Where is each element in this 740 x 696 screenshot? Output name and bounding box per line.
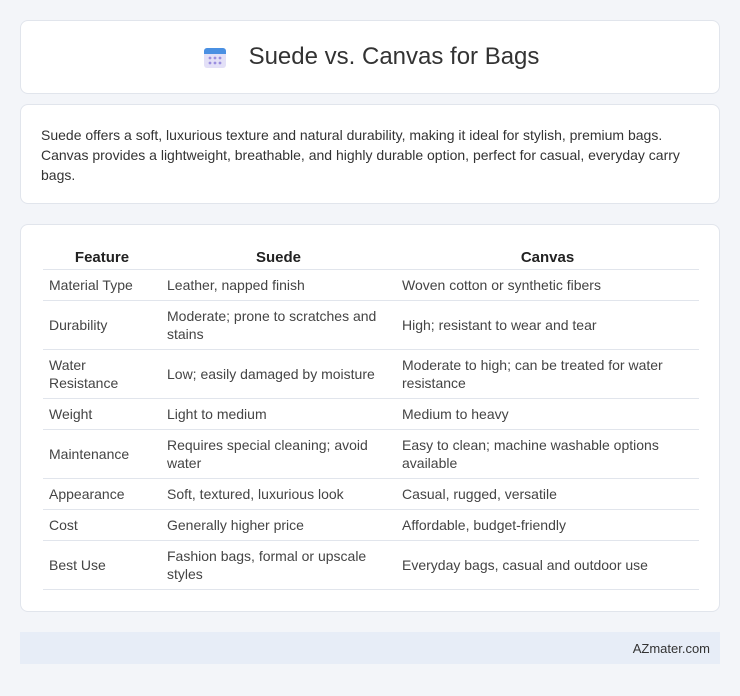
feature-cell: Durability xyxy=(43,300,161,350)
canvas-cell: Casual, rugged, versatile xyxy=(396,478,699,510)
table-row: Maintenance Requires special cleaning; a… xyxy=(43,429,699,479)
table-row: Weight Light to medium Medium to heavy xyxy=(43,398,699,430)
footer-site-link[interactable]: AZmater.com xyxy=(633,641,710,656)
comparison-table: Feature Suede Canvas Material Type Leath… xyxy=(43,245,699,590)
table-row: Cost Generally higher price Affordable, … xyxy=(43,509,699,541)
calendar-icon xyxy=(201,43,229,71)
suede-cell: Fashion bags, formal or upscale styles xyxy=(161,540,396,590)
suede-cell: Generally higher price xyxy=(161,509,396,541)
header-feature: Feature xyxy=(43,245,161,270)
suede-cell: Leather, napped finish xyxy=(161,269,396,301)
footer-bar: AZmater.com xyxy=(20,632,720,664)
header-canvas: Canvas xyxy=(396,245,699,270)
table-row: Appearance Soft, textured, luxurious loo… xyxy=(43,478,699,510)
suede-cell: Light to medium xyxy=(161,398,396,430)
table-row: Material Type Leather, napped finish Wov… xyxy=(43,269,699,301)
canvas-cell: Moderate to high; can be treated for wat… xyxy=(396,349,699,399)
header-suede: Suede xyxy=(161,245,396,270)
page-title: Suede vs. Canvas for Bags xyxy=(248,43,540,70)
comparison-card: Feature Suede Canvas Material Type Leath… xyxy=(20,224,720,612)
table-row: Water Resistance Low; easily damaged by … xyxy=(43,349,699,399)
feature-cell: Appearance xyxy=(43,478,161,510)
table-row: Durability Moderate; prone to scratches … xyxy=(43,300,699,350)
canvas-cell: Everyday bags, casual and outdoor use xyxy=(396,540,699,590)
feature-cell: Weight xyxy=(43,398,161,430)
table-header-row: Feature Suede Canvas xyxy=(43,245,699,270)
canvas-cell: Woven cotton or synthetic fibers xyxy=(396,269,699,301)
suede-cell: Soft, textured, luxurious look xyxy=(161,478,396,510)
table-row: Best Use Fashion bags, formal or upscale… xyxy=(43,540,699,590)
feature-cell: Maintenance xyxy=(43,429,161,479)
header-card: Suede vs. Canvas for Bags xyxy=(20,20,720,94)
feature-cell: Cost xyxy=(43,509,161,541)
feature-cell: Best Use xyxy=(43,540,161,590)
canvas-cell: Easy to clean; machine washable options … xyxy=(396,429,699,479)
feature-cell: Water Resistance xyxy=(43,349,161,399)
feature-cell: Material Type xyxy=(43,269,161,301)
canvas-cell: Affordable, budget-friendly xyxy=(396,509,699,541)
suede-cell: Low; easily damaged by moisture xyxy=(161,349,396,399)
suede-cell: Requires special cleaning; avoid water xyxy=(161,429,396,479)
suede-cell: Moderate; prone to scratches and stains xyxy=(161,300,396,350)
canvas-cell: Medium to heavy xyxy=(396,398,699,430)
intro-card: Suede offers a soft, luxurious texture a… xyxy=(20,104,720,204)
intro-text: Suede offers a soft, luxurious texture a… xyxy=(41,127,680,183)
canvas-cell: High; resistant to wear and tear xyxy=(396,300,699,350)
